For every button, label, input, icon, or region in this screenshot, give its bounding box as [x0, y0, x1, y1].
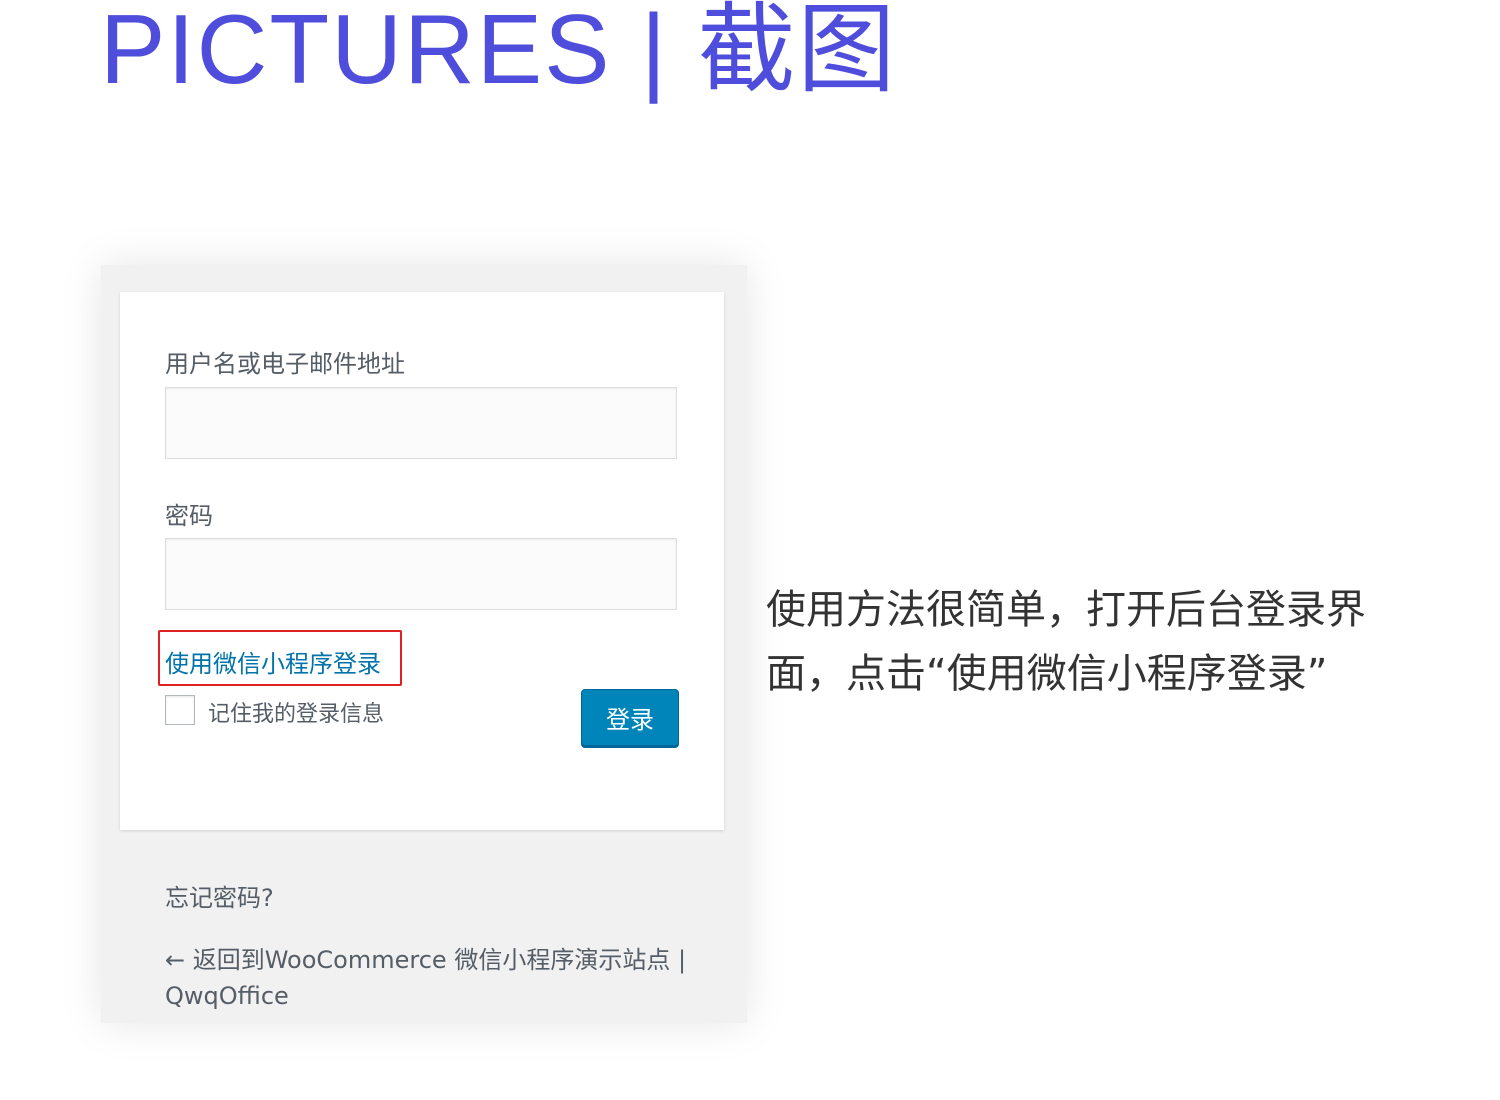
login-button[interactable]: 登录: [581, 689, 679, 746]
remember-me-label: 记住我的登录信息: [208, 702, 385, 727]
password-input[interactable]: [165, 538, 677, 610]
back-to-site-link[interactable]: ← 返回到WooCommerce 微信小程序演示站点 | QwqOffice: [165, 942, 705, 1014]
lost-password-link[interactable]: 忘记密码?: [165, 878, 274, 913]
page-title: PICTURES | 截图: [100, 0, 898, 104]
description-text: 使用方法很简单，打开后台登录界面，点击“使用微信小程序登录”: [766, 587, 1366, 697]
login-form: 用户名或电子邮件地址 密码 使用微信小程序登录 记住我的登录信息 登录: [120, 292, 724, 830]
wechat-login-link[interactable]: 使用微信小程序登录: [165, 644, 381, 679]
login-screenshot: 用户名或电子邮件地址 密码 使用微信小程序登录 记住我的登录信息 登录 忘记密码…: [101, 265, 747, 1023]
remember-me-checkbox[interactable]: [165, 695, 195, 725]
username-label: 用户名或电子邮件地址: [165, 350, 405, 378]
password-label: 密码: [165, 502, 213, 530]
username-input[interactable]: [165, 387, 677, 459]
